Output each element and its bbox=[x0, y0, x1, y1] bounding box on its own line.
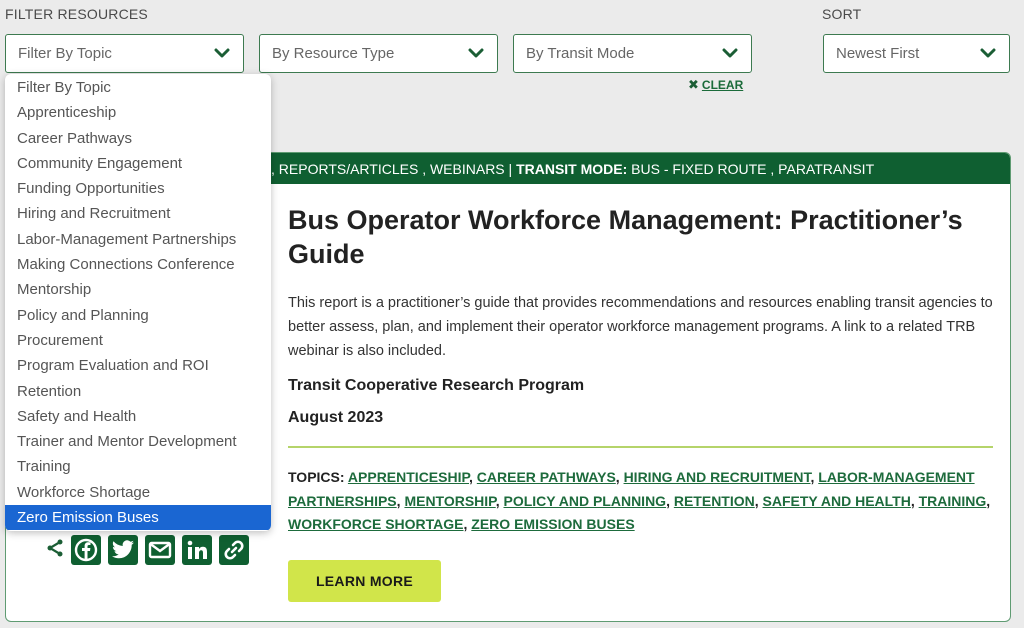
topics-list: TOPICS: APPRENTICESHIP, CAREER PATHWAYS,… bbox=[288, 466, 993, 537]
dropdown-option[interactable]: Safety and Health bbox=[5, 404, 271, 429]
topic-link[interactable]: MENTORSHIP bbox=[404, 493, 495, 509]
clear-filters-button[interactable]: ✖ CLEAR bbox=[688, 77, 743, 93]
dropdown-option[interactable]: Filter By Topic bbox=[5, 75, 271, 100]
clear-label: CLEAR bbox=[701, 78, 744, 92]
dropdown-option[interactable]: Funding Opportunities bbox=[5, 176, 271, 201]
transit-mode-select[interactable]: By Transit Mode bbox=[513, 34, 752, 73]
topic-link[interactable]: CAREER PATHWAYS bbox=[477, 469, 616, 485]
transit-mode-label: TRANSIT MODE: bbox=[516, 160, 628, 177]
dropdown-option[interactable]: Policy and Planning bbox=[5, 303, 271, 328]
share-icon[interactable] bbox=[46, 538, 64, 563]
resource-title[interactable]: Bus Operator Workforce Management: Pract… bbox=[288, 203, 993, 271]
resource-description: This report is a practitioner’s guide th… bbox=[288, 295, 993, 359]
resource-type-select[interactable]: By Resource Type bbox=[259, 34, 498, 73]
separator: , bbox=[910, 492, 919, 509]
dropdown-option[interactable]: Zero Emission Buses bbox=[5, 505, 271, 531]
dropdown-option[interactable]: Hiring and Recruitment bbox=[5, 201, 271, 226]
topic-link[interactable]: ZERO EMISSION BUSES bbox=[471, 516, 634, 532]
topic-link[interactable]: POLICY AND PLANNING bbox=[504, 493, 667, 509]
transit-mode-value: By Transit Mode bbox=[526, 45, 635, 62]
chevron-down-icon bbox=[721, 45, 739, 63]
separator: , bbox=[754, 492, 763, 509]
filter-resources-label: FILTER RESOURCES bbox=[5, 6, 148, 22]
twitter-icon[interactable] bbox=[108, 535, 138, 565]
chevron-down-icon bbox=[213, 45, 231, 63]
separator: , bbox=[495, 492, 504, 509]
separator: , bbox=[986, 492, 991, 509]
topic-dropdown-list: Filter By Topic Apprenticeship Career Path… bbox=[5, 74, 271, 531]
dropdown-option[interactable]: Making Connections Conference bbox=[5, 252, 271, 277]
topics-label: TOPICS: bbox=[288, 469, 345, 485]
topic-link[interactable]: WORKFORCE SHORTAGE bbox=[288, 516, 464, 532]
topic-filter-value: Filter By Topic bbox=[18, 45, 112, 62]
sort-value: Newest First bbox=[836, 45, 920, 62]
sort-label: SORT bbox=[822, 6, 862, 22]
learn-more-button[interactable]: LEARN MORE bbox=[288, 560, 441, 602]
dropdown-option[interactable]: Training bbox=[5, 454, 271, 479]
sort-select[interactable]: Newest First bbox=[823, 34, 1010, 73]
chevron-down-icon bbox=[979, 45, 997, 63]
topic-filter-select[interactable]: Filter By Topic bbox=[5, 34, 244, 73]
resource-organization: Transit Cooperative Research Program bbox=[288, 377, 585, 394]
dropdown-option[interactable]: Career Pathways bbox=[5, 126, 271, 151]
dropdown-option[interactable]: Program Evaluation and ROI bbox=[5, 353, 271, 378]
email-icon[interactable] bbox=[145, 535, 175, 565]
chevron-down-icon bbox=[467, 45, 485, 63]
separator: , bbox=[666, 492, 674, 509]
dropdown-option[interactable]: Workforce Shortage bbox=[5, 480, 271, 505]
topic-link[interactable]: APPRENTICESHIP bbox=[348, 469, 469, 485]
dropdown-option[interactable]: Apprenticeship bbox=[5, 100, 271, 125]
topic-link[interactable]: RETENTION bbox=[674, 493, 755, 509]
dropdown-option[interactable]: Labor-Management Partnerships bbox=[5, 227, 271, 252]
divider bbox=[288, 446, 993, 448]
resource-type-value: By Resource Type bbox=[272, 45, 395, 62]
resource-date: August 2023 bbox=[288, 409, 384, 426]
resource-type-tags: , REPORTS/ARTICLES , WEBINARS | bbox=[271, 160, 517, 177]
topic-link[interactable]: TRAINING bbox=[919, 493, 987, 509]
separator: , bbox=[615, 469, 624, 485]
linkedin-icon[interactable] bbox=[182, 535, 212, 565]
transit-mode-tags: BUS - FIXED ROUTE , PARATRANSIT bbox=[627, 160, 875, 177]
dropdown-option[interactable]: Procurement bbox=[5, 328, 271, 353]
share-bar bbox=[46, 535, 249, 565]
topic-link[interactable]: SAFETY AND HEALTH bbox=[763, 493, 911, 509]
close-icon: ✖ bbox=[688, 77, 699, 92]
link-icon[interactable] bbox=[219, 535, 249, 565]
separator: , bbox=[469, 469, 477, 485]
dropdown-option[interactable]: Community Engagement bbox=[5, 151, 271, 176]
topic-link[interactable]: HIRING AND RECRUITMENT bbox=[624, 469, 811, 485]
dropdown-option[interactable]: Trainer and Mentor Development bbox=[5, 429, 271, 454]
facebook-icon[interactable] bbox=[71, 535, 101, 565]
dropdown-option[interactable]: Mentorship bbox=[5, 277, 271, 302]
dropdown-option[interactable]: Retention bbox=[5, 379, 271, 404]
